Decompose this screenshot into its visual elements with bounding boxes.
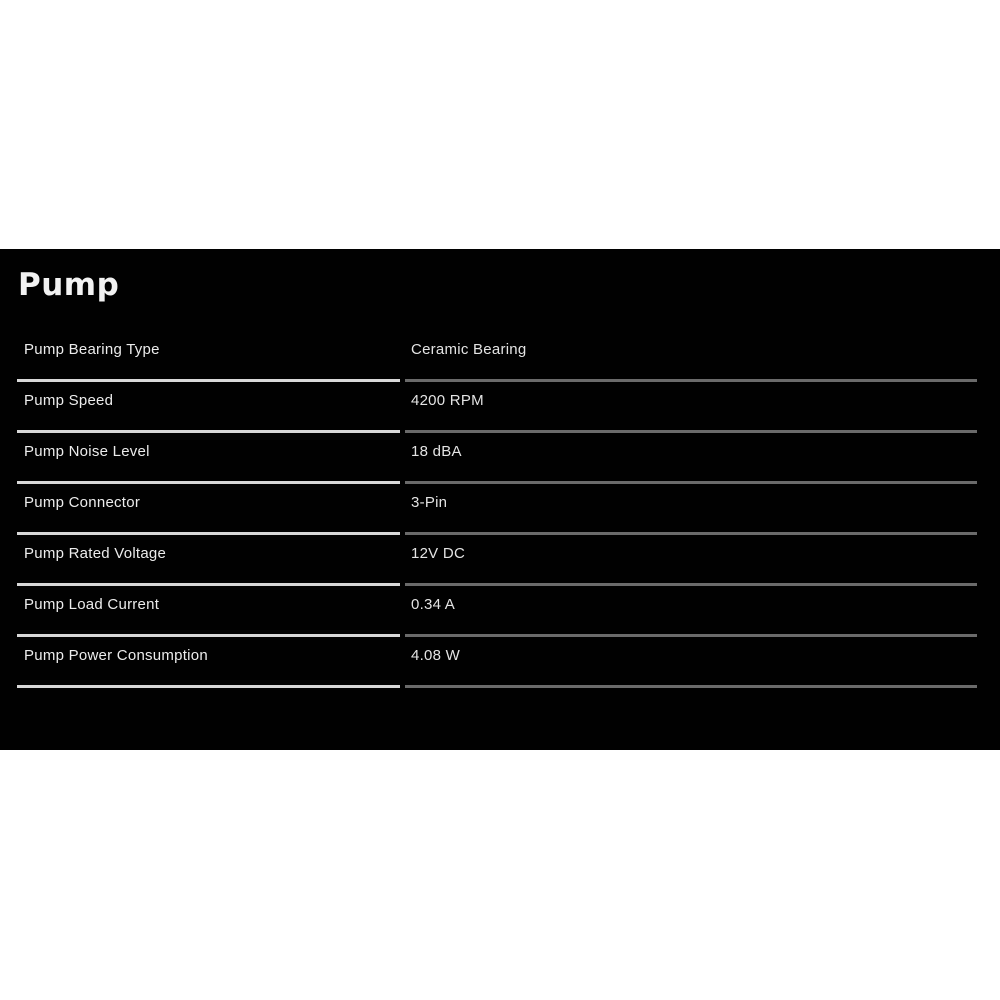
spec-label-cell: Pump Connector [17,484,400,535]
table-row: Pump Power Consumption 4.08 W [0,637,1000,688]
spec-value-text: 4200 RPM [411,392,484,409]
spec-label-text: Pump Noise Level [24,443,150,460]
spec-label-cell: Pump Bearing Type [17,331,400,382]
spec-value-cell: 18 dBA [405,433,977,484]
spec-value-text: 4.08 W [411,647,461,664]
spec-label-cell: Pump Load Current [17,586,400,637]
spec-label-text: Pump Bearing Type [24,341,160,358]
spec-value-text: 18 dBA [411,443,462,460]
spec-label-cell: Pump Rated Voltage [17,535,400,586]
spec-label-cell: Pump Speed [17,382,400,433]
spec-label-cell: Pump Power Consumption [17,637,400,688]
pump-specification-panel: Pump Pump Bearing Type Ceramic Bearing P… [0,249,1000,750]
spec-label-text: Pump Speed [24,392,114,409]
spec-label-text: Pump Power Consumption [24,647,208,664]
spec-value-cell: 4200 RPM [405,382,977,433]
spec-value-text: 3-Pin [411,494,448,511]
table-row: Pump Load Current 0.34 A [0,586,1000,637]
spec-value-cell: 3-Pin [405,484,977,535]
spec-label-cell: Pump Noise Level [17,433,400,484]
table-row: Pump Speed 4200 RPM [0,382,1000,433]
spec-label-text: Pump Load Current [24,596,160,613]
table-row: Pump Connector 3-Pin [0,484,1000,535]
spec-value-text: 0.34 A [411,596,456,613]
spec-label-text: Pump Connector [24,494,141,511]
spec-value-cell: 12V DC [405,535,977,586]
table-row: Pump Noise Level 18 dBA [0,433,1000,484]
page-title: Pump [18,267,120,303]
specification-table: Pump Bearing Type Ceramic Bearing Pump S… [0,331,1000,688]
spec-label-text: Pump Rated Voltage [24,545,167,562]
table-row: Pump Bearing Type Ceramic Bearing [0,331,1000,382]
spec-value-text: 12V DC [411,545,466,562]
spec-value-cell: 0.34 A [405,586,977,637]
table-row: Pump Rated Voltage 12V DC [0,535,1000,586]
spec-value-cell: Ceramic Bearing [405,331,977,382]
page-root: Pump Pump Bearing Type Ceramic Bearing P… [0,0,1000,1000]
spec-value-cell: 4.08 W [405,637,977,688]
spec-value-text: Ceramic Bearing [411,341,527,358]
